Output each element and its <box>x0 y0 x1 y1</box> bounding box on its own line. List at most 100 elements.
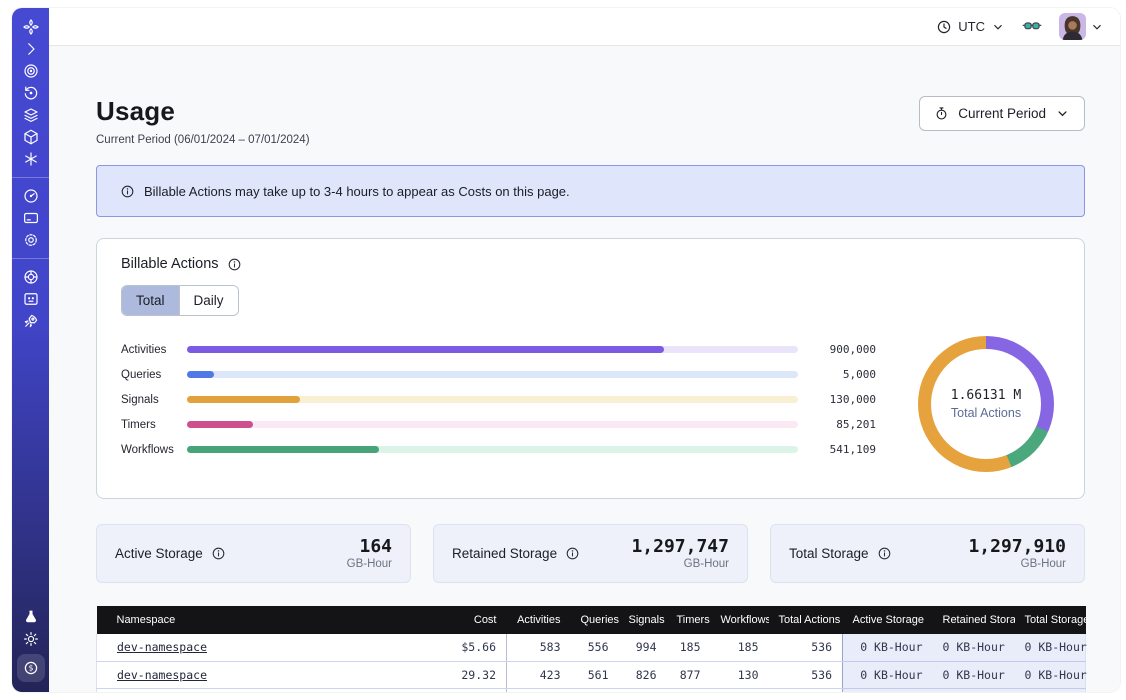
tab-daily[interactable]: Daily <box>179 286 238 315</box>
billable-actions-bar-chart: Activities900,000Queries5,000Signals130,… <box>121 343 876 456</box>
donut-total-value: 1.66131 M <box>951 388 1021 403</box>
bar-row-signals: Signals 130,000 <box>121 393 876 406</box>
tab-total[interactable]: Total <box>122 286 179 315</box>
stat-unit: GB-Hour <box>631 558 729 570</box>
feedback-icon[interactable] <box>17 288 45 310</box>
total-daily-toggle: TotalDaily <box>121 285 239 316</box>
stat-unit: GB-Hour <box>347 558 392 570</box>
sidebar: $ <box>12 8 49 692</box>
cell-total-actions: 536 <box>769 634 843 661</box>
cell-queries: 561 <box>571 661 619 688</box>
bar-value: 5,000 <box>798 368 876 381</box>
user-menu[interactable] <box>1059 13 1104 40</box>
deployments-icon[interactable] <box>17 104 45 126</box>
table-row: dev-namespace$5.665835569941851855360 KB… <box>97 634 1086 661</box>
chevron-down-icon <box>1090 20 1104 34</box>
cell-timers: 877 <box>667 661 711 688</box>
bar-fill <box>187 446 379 453</box>
cell-total-actions: 536 <box>769 661 843 688</box>
donut-total-label: Total Actions <box>951 406 1021 420</box>
cell-cost: $3.35 <box>415 688 507 692</box>
period-select-button[interactable]: Current Period <box>919 96 1085 131</box>
bar-value: 541,109 <box>798 443 876 456</box>
page-subtitle: Current Period (06/01/2024 – 07/01/2024) <box>96 134 310 146</box>
cell-total-storage: 0 KB-Hour <box>1015 661 1086 688</box>
namespace-usage-table: NamespaceCostActivitiesQueriesSignalsTim… <box>96 606 1086 692</box>
stat-label: Retained Storage <box>452 546 557 561</box>
svg-text:$: $ <box>28 664 33 673</box>
cell-timers: 816 <box>667 688 711 692</box>
col-header-queries: Queries <box>571 606 619 634</box>
info-icon[interactable] <box>565 546 580 561</box>
info-icon[interactable] <box>877 546 892 561</box>
billing-icon[interactable] <box>17 207 45 229</box>
timezone-selector[interactable]: UTC <box>936 19 1005 35</box>
bar-track <box>187 421 798 428</box>
namespace-link[interactable]: dev-namespace <box>117 668 207 682</box>
col-header-activities: Activities <box>507 606 571 634</box>
app-window: $ UTC U <box>12 8 1120 692</box>
expand-icon[interactable] <box>17 38 45 60</box>
getting-started-icon[interactable] <box>17 310 45 332</box>
pricing-icon[interactable]: $ <box>17 654 45 682</box>
stat-label: Active Storage <box>115 546 203 561</box>
bar-fill <box>187 371 214 378</box>
theme-icon[interactable] <box>17 628 45 650</box>
chevron-down-icon <box>1055 106 1070 121</box>
usage-icon[interactable] <box>17 185 45 207</box>
topbar: UTC <box>49 8 1120 46</box>
bar-label: Workflows <box>121 444 187 456</box>
cell-total-storage: 0 KB-Hour <box>1015 634 1086 661</box>
cell-queries: 536 <box>571 688 619 692</box>
workflows-icon[interactable] <box>17 126 45 148</box>
labs-icon[interactable] <box>17 606 45 628</box>
col-header-signals: Signals <box>619 606 667 634</box>
nexus-icon[interactable] <box>17 148 45 170</box>
cell-workflows: 185 <box>711 634 769 661</box>
period-select-label: Current Period <box>958 106 1046 121</box>
bar-label: Signals <box>121 394 187 406</box>
cell-total-storage: 0 KB-Hour <box>1015 688 1086 692</box>
stat-value: 164 <box>347 537 392 557</box>
page-title: Usage <box>96 96 310 127</box>
main-area: UTC Usage Current Period (06/01/2024 – 0… <box>49 8 1120 692</box>
stopwatch-icon <box>934 106 949 121</box>
cell-signals: 826 <box>619 661 667 688</box>
cell-total-actions: 130 <box>769 688 843 692</box>
cell-signals: 883 <box>619 688 667 692</box>
cell-activities: 492 <box>507 688 571 692</box>
storage-summary-row: Active Storage164GB-HourRetained Storage… <box>96 524 1085 583</box>
namespace-link[interactable]: dev-namespace <box>117 640 207 654</box>
glasses-icon[interactable] <box>1021 16 1043 38</box>
info-icon[interactable] <box>227 257 242 272</box>
info-banner: Billable Actions may take up to 3-4 hour… <box>96 165 1085 217</box>
namespaces-icon[interactable] <box>17 60 45 82</box>
sidebar-divider <box>12 177 49 178</box>
bar-label: Timers <box>121 419 187 431</box>
col-header-total-actions: Total Actions <box>769 606 843 634</box>
stat-value: 1,297,910 <box>968 537 1066 557</box>
bar-row-workflows: Workflows 541,109 <box>121 443 876 456</box>
cell-signals: 994 <box>619 634 667 661</box>
cell-active-storage: 0 KB-Hour <box>843 688 933 692</box>
col-header-active-storage: Active Storage <box>843 606 933 634</box>
history-icon[interactable] <box>17 82 45 104</box>
bar-row-activities: Activities900,000 <box>121 343 876 356</box>
active-storage-card: Active Storage 164GB-Hour <box>96 524 411 583</box>
billable-actions-card: Billable Actions TotalDaily Activities90… <box>96 238 1085 499</box>
cell-queries: 556 <box>571 634 619 661</box>
retained-storage-card: Retained Storage 1,297,747GB-Hour <box>433 524 748 583</box>
info-icon <box>120 184 135 199</box>
bar-value: 130,000 <box>798 393 876 406</box>
support-icon[interactable] <box>17 266 45 288</box>
avatar <box>1059 13 1086 40</box>
info-icon[interactable] <box>211 546 226 561</box>
billable-actions-title: Billable Actions <box>121 256 219 272</box>
stat-value: 1,297,747 <box>631 537 729 557</box>
temporal-logo-icon[interactable] <box>17 16 45 38</box>
bar-fill <box>187 421 253 428</box>
col-header-namespace: Namespace <box>97 606 415 634</box>
col-header-retained-storage: Retained Storage <box>933 606 1015 634</box>
settings-icon[interactable] <box>17 229 45 251</box>
cell-cost: $5.66 <box>415 634 507 661</box>
